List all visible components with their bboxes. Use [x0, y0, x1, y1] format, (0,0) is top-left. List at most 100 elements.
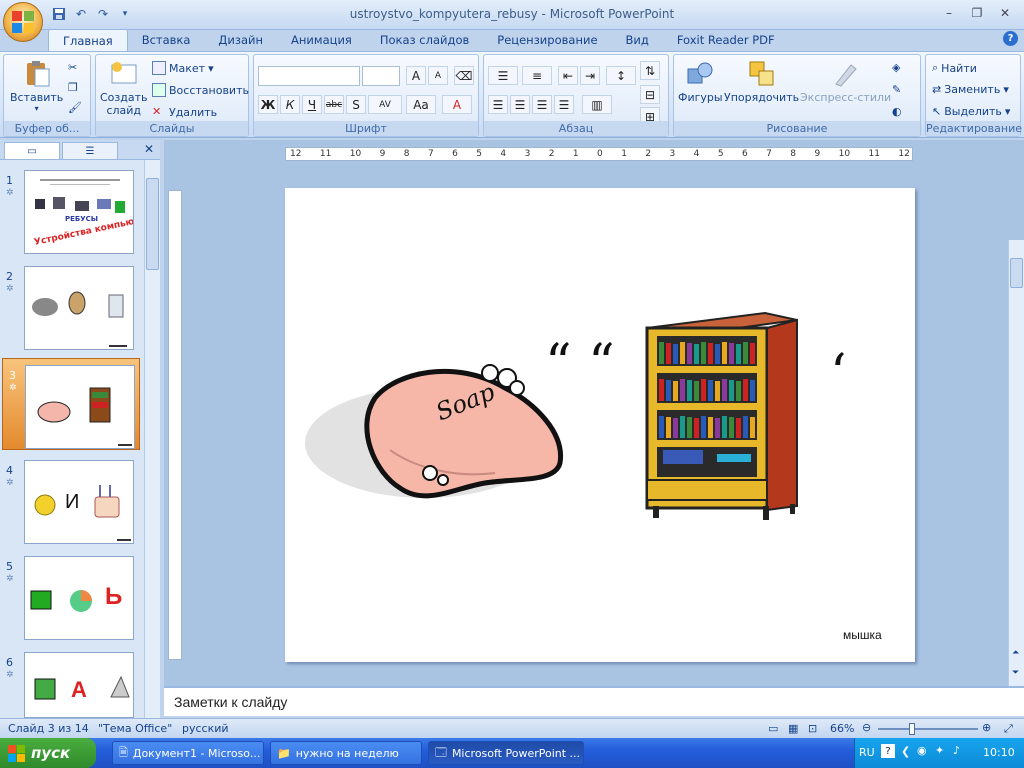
align-right-icon[interactable]: ☰ [532, 95, 552, 114]
zoom-level[interactable]: 66% [830, 722, 854, 735]
layout-button[interactable]: Макет ▾ [152, 61, 214, 75]
network-tray-icon[interactable]: ◉ [917, 744, 927, 757]
tab-foxit[interactable]: Foxit Reader PDF [663, 29, 789, 51]
align-left-icon[interactable]: ☰ [488, 95, 508, 114]
bullets-icon[interactable]: ☰ [488, 66, 518, 85]
language-indicator[interactable]: русский [182, 722, 229, 735]
shape-effects-icon[interactable]: ◐ [892, 105, 902, 118]
copy-icon[interactable]: ❐ [68, 81, 78, 94]
tab-view[interactable]: Вид [612, 29, 663, 51]
slides-tab[interactable]: ▭ [4, 142, 60, 159]
thumbnail-row[interactable]: 4 ✲ И [0, 454, 142, 546]
help-tray-icon[interactable]: ? [881, 744, 895, 758]
clock[interactable]: 10:10 [983, 746, 1015, 759]
thumbnail-row[interactable]: 1 ✲ РЕБУСЫ Устройства компьютера [0, 164, 142, 256]
arrange-button[interactable]: Упорядочить [724, 59, 799, 104]
prev-slide-icon[interactable]: ⏶ [1012, 648, 1019, 658]
fit-slide-icon[interactable]: ⤢ [1004, 722, 1013, 736]
char-spacing-button[interactable]: AV [368, 95, 402, 114]
show-hidden-icons[interactable]: ❮ [901, 745, 910, 758]
close-button[interactable]: ✕ [992, 4, 1018, 22]
restore-button[interactable]: ❐ [964, 4, 990, 22]
tab-home[interactable]: Главная [48, 29, 128, 51]
slide-scrollbar[interactable]: ⏶ ⏷ [1008, 240, 1024, 686]
zoom-in-icon[interactable]: ⊕ [982, 721, 991, 734]
zoom-slider[interactable] [878, 723, 978, 735]
columns-icon[interactable]: ▥ [582, 95, 612, 114]
slideshow-view-icon[interactable]: ⊡ [808, 722, 817, 735]
thumbnail-row[interactable]: 2 ✲ [0, 260, 142, 352]
tab-review[interactable]: Рецензирование [483, 29, 611, 51]
format-painter-icon[interactable]: 🖌 [68, 101, 82, 114]
theme-name[interactable]: "Тема Office" [98, 722, 172, 735]
zoom-out-icon[interactable]: ⊖ [862, 721, 871, 734]
find-button[interactable]: ⌕ Найти [932, 61, 977, 75]
scrollbar-thumb[interactable] [1010, 258, 1023, 288]
line-spacing-icon[interactable]: ↕ [606, 66, 636, 85]
slide-thumbnail[interactable]: Ь [24, 556, 134, 640]
tab-animation[interactable]: Анимация [277, 29, 366, 51]
taskbar-item-folder[interactable]: 📁 нужно на неделю [270, 741, 422, 765]
shadow-button[interactable]: S [346, 95, 366, 114]
slide-sorter-icon[interactable]: ▦ [788, 722, 798, 735]
select-button[interactable]: ↖ Выделить ▾ [932, 105, 1010, 118]
notes-pane[interactable]: Заметки к слайду [164, 686, 1024, 716]
decrease-indent-icon[interactable]: ⇤ [558, 66, 578, 85]
clear-format-icon[interactable]: ⌫ [454, 66, 474, 85]
language-bar[interactable]: RU [859, 746, 875, 759]
scrollbar-thumb[interactable] [146, 178, 159, 270]
italic-button[interactable]: К [280, 95, 300, 114]
align-center-icon[interactable]: ☰ [510, 95, 530, 114]
bold-button[interactable]: Ж [258, 95, 278, 114]
tab-design[interactable]: Дизайн [204, 29, 277, 51]
shapes-button[interactable]: Фигуры [678, 59, 723, 104]
change-case-button[interactable]: Aa [406, 95, 436, 114]
volume-tray-icon[interactable]: ♪ [953, 744, 960, 757]
tab-insert[interactable]: Вставка [128, 29, 205, 51]
slide-thumbnail[interactable]: РЕБУСЫ Устройства компьютера [24, 170, 134, 254]
help-icon[interactable]: ? [1003, 31, 1018, 46]
thumbnail-row-selected[interactable]: 3 ✲ [2, 358, 140, 450]
delete-slide-button[interactable]: ✕ Удалить [152, 105, 217, 119]
grow-font-button[interactable]: A [406, 66, 426, 85]
paste-button[interactable]: Вставить ▾ [10, 59, 63, 113]
slide-thumbnail[interactable] [24, 266, 134, 350]
slide-thumbnail[interactable]: И [24, 460, 134, 544]
av-tray-icon[interactable]: ✦ [935, 744, 944, 757]
next-slide-icon[interactable]: ⏷ [1012, 668, 1019, 678]
font-size-combo[interactable] [362, 66, 400, 86]
slide-thumbnail[interactable] [25, 365, 135, 449]
slide-canvas[interactable]: Soap “ “ ‘ [285, 188, 915, 662]
justify-icon[interactable]: ☰ [554, 95, 574, 114]
slides-pane-scrollbar[interactable] [144, 160, 160, 718]
reset-button[interactable]: Восстановить [152, 83, 249, 97]
taskbar-item-powerpoint[interactable]: 🗔 Microsoft PowerPoint ... [428, 741, 584, 765]
strike-button[interactable]: abc [324, 95, 344, 114]
office-button[interactable] [3, 2, 43, 42]
normal-view-icon[interactable]: ▭ [768, 722, 778, 735]
replace-button[interactable]: ⇄ Заменить ▾ [932, 83, 1009, 96]
shape-fill-icon[interactable]: ◈ [892, 61, 900, 74]
shape-outline-icon[interactable]: ✎ [892, 83, 901, 96]
close-pane-icon[interactable]: ✕ [144, 142, 154, 156]
increase-indent-icon[interactable]: ⇥ [580, 66, 600, 85]
underline-button[interactable]: Ч [302, 95, 322, 114]
quick-styles-button[interactable]: Экспресс-стили [800, 59, 891, 104]
thumbnail-row[interactable]: 5 ✲ Ь [0, 550, 142, 642]
slide-thumbnail[interactable]: А [24, 652, 134, 718]
shrink-font-button[interactable]: A [428, 66, 448, 85]
text-direction-icon[interactable]: ⇅ [640, 61, 660, 80]
font-color-button[interactable]: A [442, 95, 472, 114]
taskbar-item-word[interactable]: 🗎 Документ1 - Microso... [112, 741, 264, 765]
font-name-combo[interactable] [258, 66, 360, 86]
zoom-slider-thumb[interactable] [909, 723, 915, 735]
cut-icon[interactable]: ✂ [68, 61, 77, 74]
align-text-icon[interactable]: ⊟ [640, 85, 660, 104]
new-slide-button[interactable]: Создать слайд [100, 59, 148, 117]
minimize-button[interactable]: – [936, 4, 962, 22]
numbering-icon[interactable]: ≡ [522, 66, 552, 85]
tab-slideshow[interactable]: Показ слайдов [366, 29, 483, 51]
thumbnail-row[interactable]: 6 ✲ А [0, 646, 142, 718]
outline-tab[interactable]: ☰ [62, 142, 118, 159]
start-button[interactable]: пуск [0, 738, 96, 768]
